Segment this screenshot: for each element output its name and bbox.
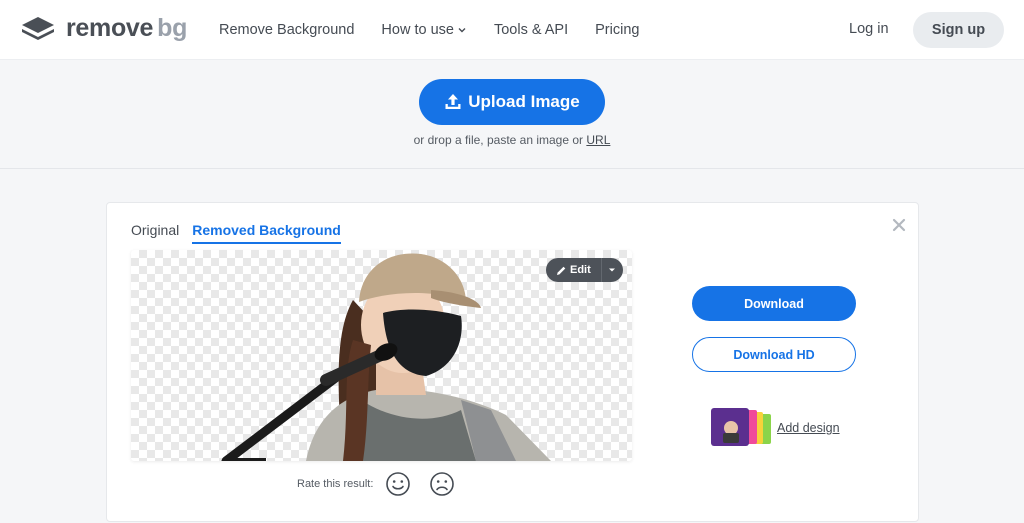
edit-label: Edit bbox=[570, 264, 591, 276]
tab-removed-background[interactable]: Removed Background bbox=[192, 222, 341, 244]
chevron-down-icon bbox=[458, 28, 466, 33]
rating-row: Rate this result: bbox=[297, 471, 473, 497]
download-hd-button[interactable]: Download HD bbox=[692, 337, 856, 372]
add-design-label: Add design bbox=[777, 421, 840, 435]
close-icon bbox=[892, 218, 906, 232]
nav-pricing[interactable]: Pricing bbox=[595, 22, 639, 38]
result-card: Original Removed Background Edit Rate th… bbox=[106, 202, 919, 522]
url-link[interactable]: URL bbox=[586, 133, 610, 147]
upload-image-label: Upload Image bbox=[468, 92, 580, 111]
add-design-link[interactable]: Add design bbox=[711, 408, 840, 448]
pencil-icon bbox=[557, 266, 566, 275]
upload-arrow-icon bbox=[445, 94, 461, 109]
main-nav: Remove Background How to use Tools & API… bbox=[219, 0, 666, 60]
close-button[interactable] bbox=[891, 217, 907, 233]
logo[interactable]: remove bg bbox=[20, 14, 187, 43]
smiley-face-icon bbox=[386, 472, 411, 496]
caret-down-icon[interactable] bbox=[608, 266, 616, 274]
sad-face-button[interactable] bbox=[429, 471, 455, 497]
drop-hint: or drop a file, paste an image or URL bbox=[413, 133, 611, 147]
login-link[interactable]: Log in bbox=[849, 21, 889, 37]
upload-image-button[interactable]: Upload Image bbox=[419, 79, 605, 125]
result-tabs: Original Removed Background bbox=[131, 222, 354, 244]
logo-text: remove bg bbox=[66, 14, 188, 42]
upload-zone[interactable]: Upload Image or drop a file, paste an im… bbox=[0, 61, 1024, 169]
sad-face-icon bbox=[430, 472, 455, 496]
result-image-preview: Edit bbox=[131, 250, 632, 461]
edit-button[interactable]: Edit bbox=[546, 258, 623, 282]
nav-how-to-use[interactable]: How to use bbox=[381, 22, 467, 38]
nav-tools-api[interactable]: Tools & API bbox=[494, 22, 568, 38]
logo-icon bbox=[22, 16, 54, 40]
download-button[interactable]: Download bbox=[692, 286, 856, 321]
nav-remove-background[interactable]: Remove Background bbox=[219, 22, 354, 38]
design-templates-icon bbox=[711, 408, 771, 446]
happy-face-button[interactable] bbox=[385, 471, 411, 497]
tab-original[interactable]: Original bbox=[131, 222, 179, 244]
rate-label: Rate this result: bbox=[297, 478, 374, 490]
signup-button[interactable]: Sign up bbox=[913, 12, 1004, 48]
top-header: remove bg Remove Background How to use To… bbox=[0, 0, 1024, 60]
